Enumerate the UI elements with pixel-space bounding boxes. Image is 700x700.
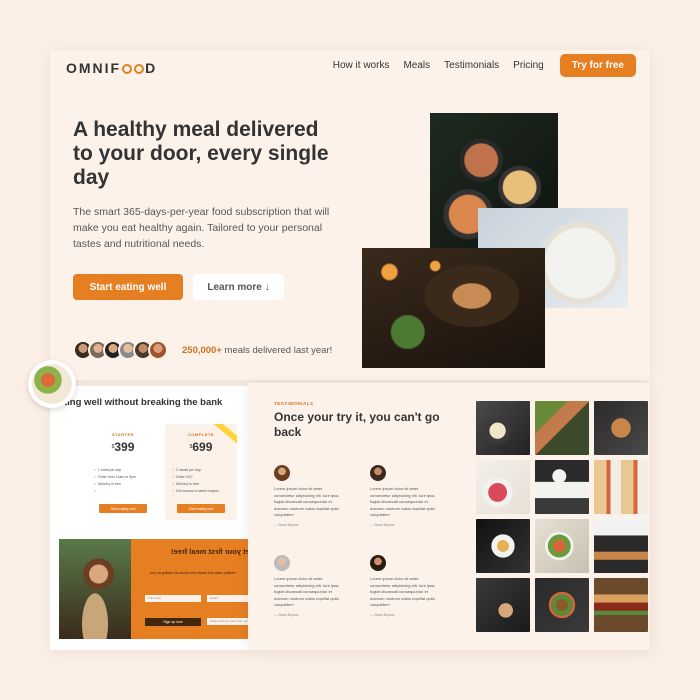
- avatar: [370, 465, 386, 481]
- gallery-image: [594, 401, 648, 455]
- gallery-image: [535, 401, 589, 455]
- cta-text: Healthy, tasty and hassle-free meals are…: [149, 571, 236, 575]
- cta-title: Get your first meal free!: [171, 547, 250, 556]
- plan-price: $699: [189, 440, 213, 454]
- testimonial: Lorem ipsum dolor sit amet consectetur a…: [370, 555, 438, 617]
- avatar: [370, 555, 386, 571]
- pricing-title: ting well without breaking the bank: [64, 397, 223, 408]
- hero-title: A healthy meal delivered to your door, e…: [73, 118, 329, 189]
- section-subheading: TESTIMONIALS: [274, 401, 314, 406]
- plan-cta-button[interactable]: Start eating well: [177, 504, 225, 513]
- plan-feature: 2 meals per day: [172, 468, 201, 472]
- nav-link-pricing[interactable]: Pricing: [513, 60, 544, 71]
- testimonial: Lorem ipsum dolor sit amet consectetur a…: [274, 465, 342, 527]
- email-field[interactable]: Email: [207, 595, 250, 602]
- testimonial: Lorem ipsum dolor sit amet consectetur a…: [274, 555, 342, 617]
- plan-feature: Order 24/7: [172, 475, 193, 479]
- logo[interactable]: OMNIF D: [66, 60, 157, 76]
- testimonials-title: Once your try it, you can't go back: [274, 410, 440, 439]
- plan-feature: Order from 11am to 9pm: [94, 475, 136, 479]
- gallery-image: [535, 519, 589, 573]
- start-eating-well-button[interactable]: Start eating well: [73, 274, 183, 300]
- avatar: [148, 340, 168, 360]
- plan-feature: Get access to latest recipes: [172, 489, 219, 493]
- woman-eating-image: [362, 248, 545, 368]
- try-for-free-button[interactable]: Try for free: [559, 54, 636, 77]
- customer-avatars: [73, 340, 168, 360]
- nav-link-testimonials[interactable]: Testimonials: [444, 60, 499, 71]
- referral-select[interactable]: Where did you hear from us?: [207, 618, 250, 625]
- gallery-image: [476, 519, 530, 573]
- avatar: [274, 465, 290, 481]
- sign-up-button[interactable]: Sign up now: [145, 618, 201, 626]
- plan-feature: [94, 489, 97, 493]
- full-name-field[interactable]: Full name: [145, 595, 201, 602]
- plan-price: $399: [111, 440, 135, 454]
- hero-description: The smart 365-days-per-year food subscri…: [73, 206, 330, 250]
- gallery-image: [594, 519, 648, 573]
- gallery-image: [476, 401, 530, 455]
- main-nav: How it works Meals Testimonials Pricing …: [333, 54, 636, 77]
- plan-feature: 1 meal per day: [94, 468, 121, 472]
- meals-delivered-text: 250,000+ meals delivered last year!: [182, 345, 333, 356]
- plan-cta-button[interactable]: Start eating well: [99, 504, 147, 513]
- testimonial: Lorem ipsum dolor sit amet consectetur a…: [370, 465, 438, 527]
- gallery-image: [594, 578, 648, 632]
- testimonials-section: TESTIMONIALS Once your try it, you can't…: [248, 383, 650, 650]
- dish-image: [28, 360, 76, 408]
- gallery-image: [476, 578, 530, 632]
- pricing-section: ting well without breaking the bank STAR…: [50, 386, 250, 650]
- nav-link-how-it-works[interactable]: How it works: [333, 60, 390, 71]
- woman-restaurant-image: [59, 539, 131, 639]
- hero-section: OMNIF D How it works Meals Testimonials P…: [50, 50, 650, 380]
- gallery-image: [535, 460, 589, 514]
- nav-link-meals[interactable]: Meals: [403, 60, 430, 71]
- gallery-image: [594, 460, 648, 514]
- plan-feature: Delivery is free: [172, 482, 199, 486]
- pricing-plan-starter: STARTER $399 1 meal per day Order from 1…: [87, 424, 159, 520]
- gallery-image: [535, 578, 589, 632]
- learn-more-button[interactable]: Learn more ↓: [193, 274, 284, 300]
- gallery-image: [476, 460, 530, 514]
- pricing-plan-complete: COMPLETE $699 2 meals per day Order 24/7…: [165, 424, 237, 520]
- meal-gallery: [476, 401, 648, 632]
- plan-feature: Delivery is free: [94, 482, 121, 486]
- avatar: [274, 555, 290, 571]
- cta-signup-box: Get your first meal free! Healthy, tasty…: [59, 539, 250, 639]
